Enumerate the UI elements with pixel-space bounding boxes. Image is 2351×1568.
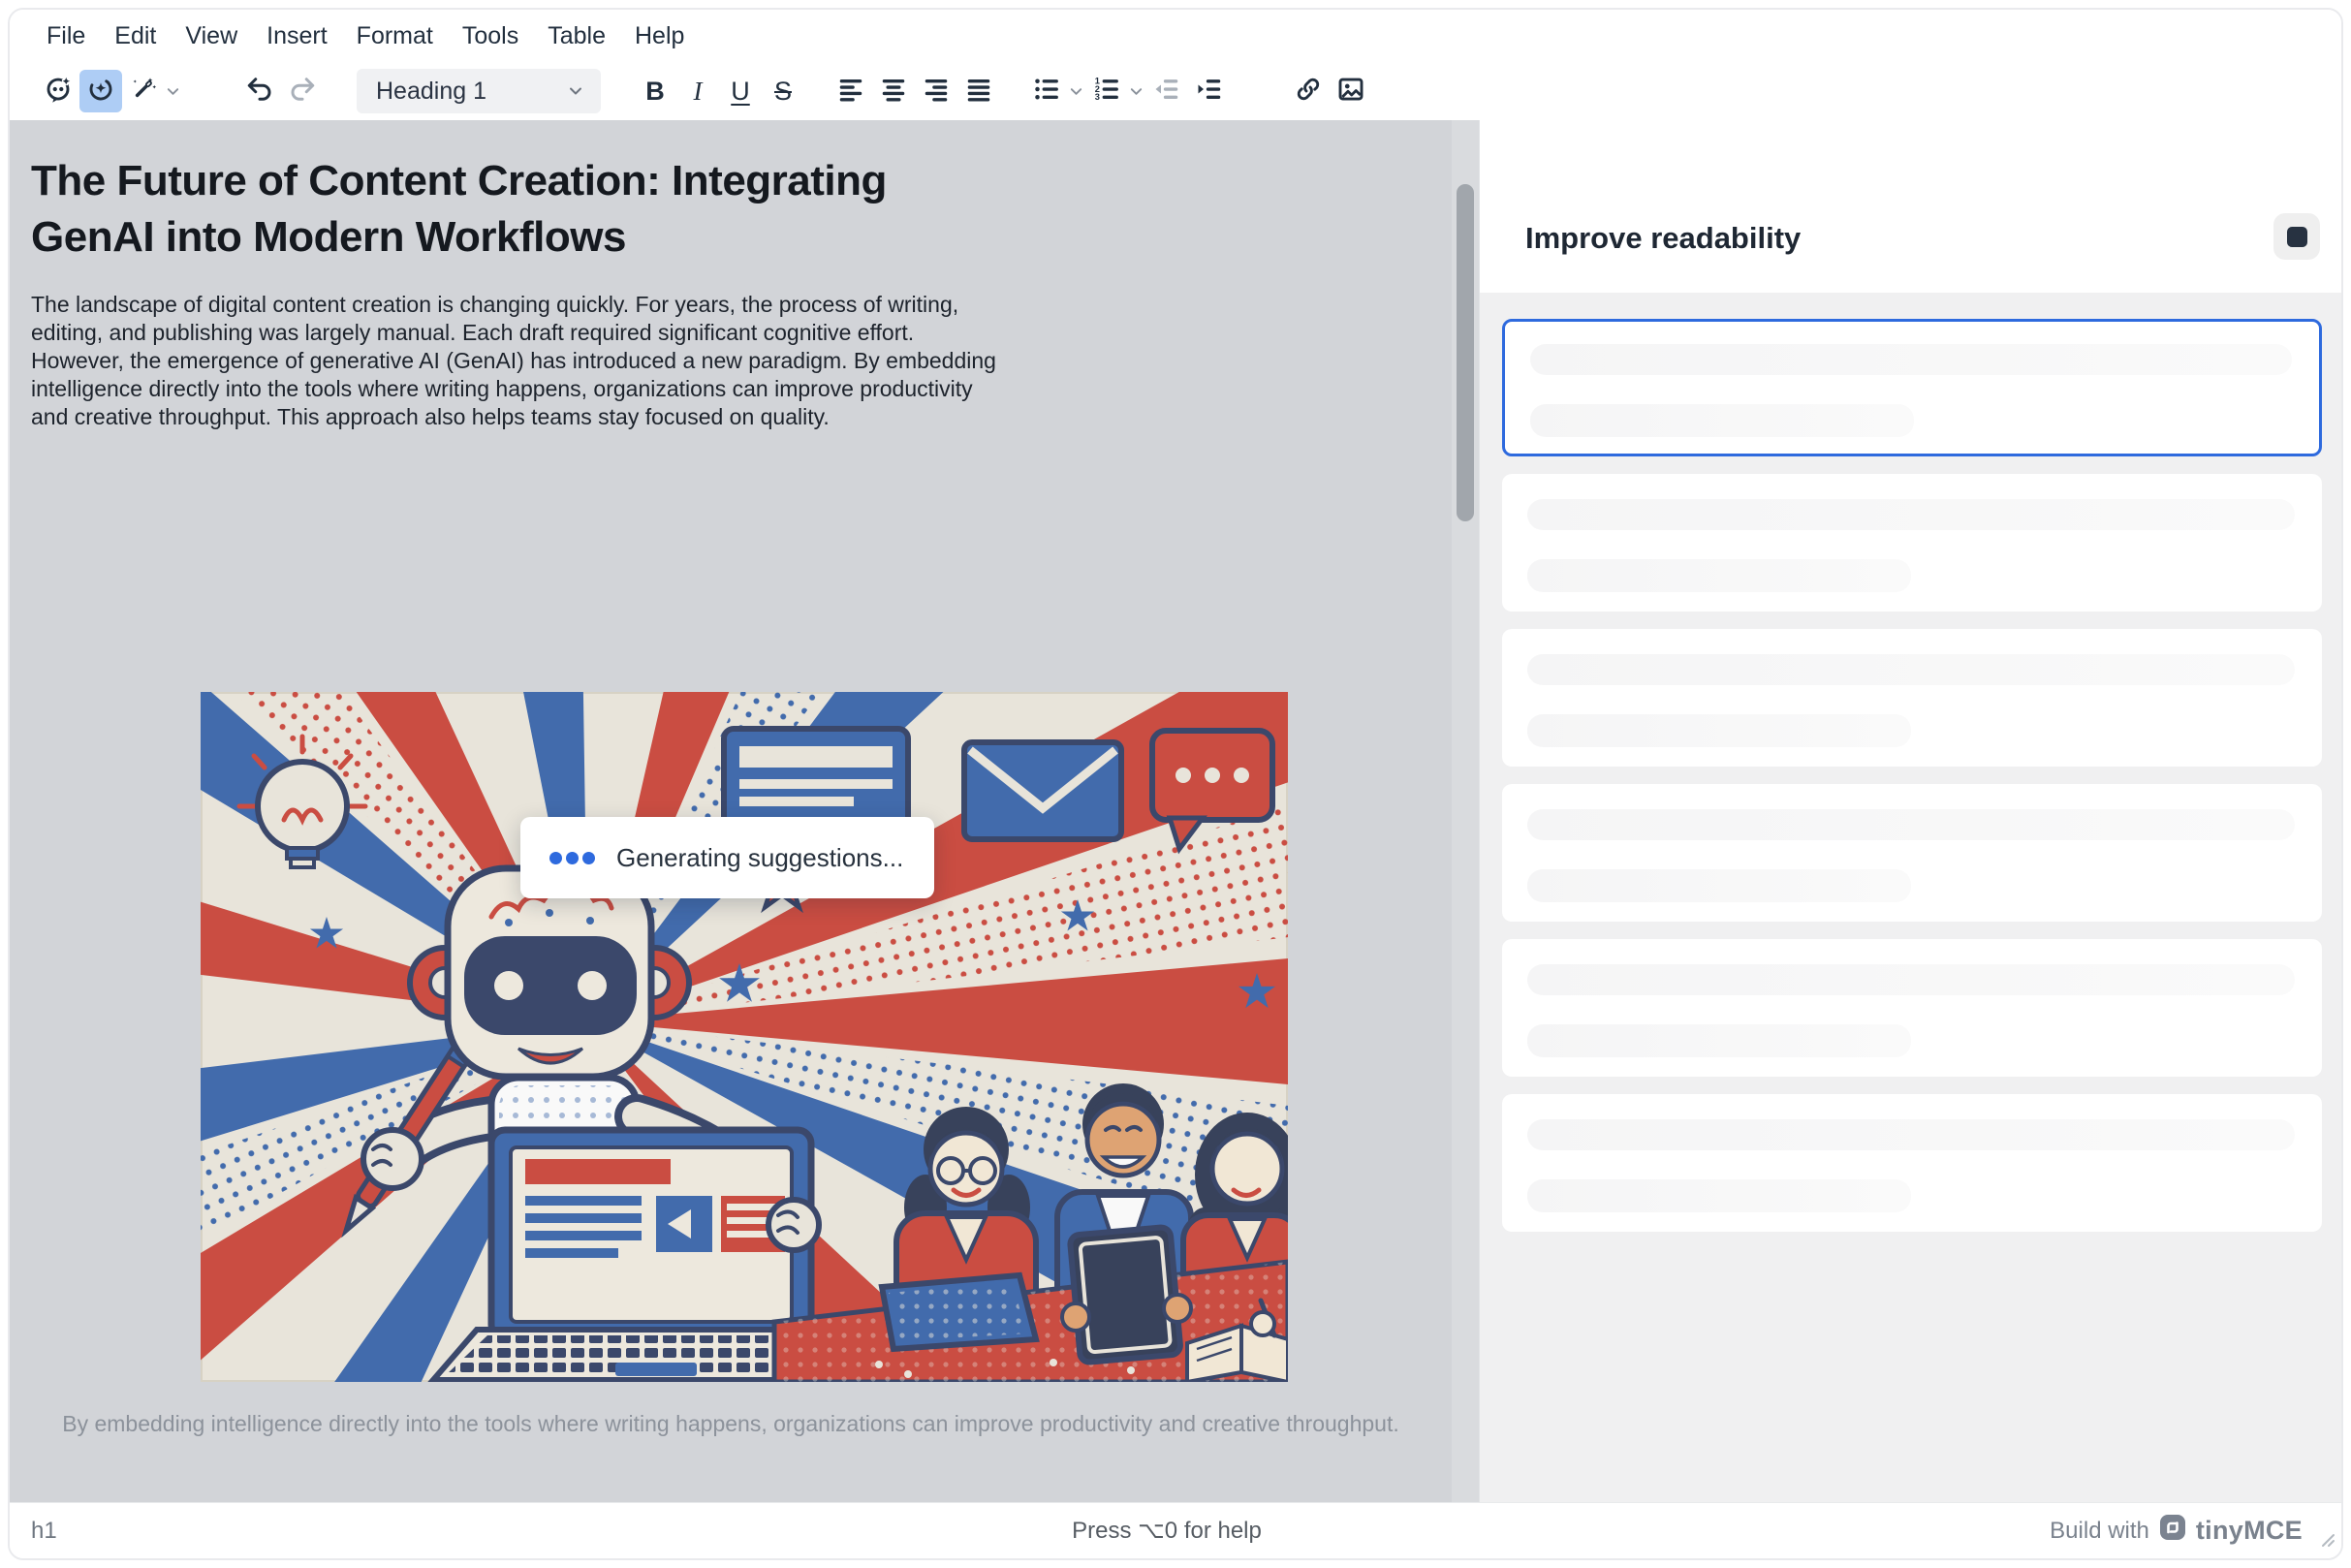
stop-icon xyxy=(2287,227,2307,247)
sidebar-title: Improve readability xyxy=(1525,221,1801,256)
branding-prefix: Build with xyxy=(2050,1518,2149,1545)
chevron-down-icon xyxy=(568,83,583,99)
ai-shortcuts-button[interactable] xyxy=(79,70,122,112)
loading-dots-icon xyxy=(549,852,595,864)
skeleton-bar xyxy=(1527,499,2295,530)
skeleton-bar xyxy=(1527,1119,2295,1150)
underline-icon: U xyxy=(731,77,750,107)
status-bar: h1 Press ⌥0 for help Build with tinyMCE xyxy=(10,1502,2341,1558)
suggestion-card-skeleton[interactable] xyxy=(1502,939,2322,1077)
ai-wand-button[interactable] xyxy=(122,70,165,112)
suggestion-card-skeleton[interactable] xyxy=(1502,784,2322,922)
skeleton-bar xyxy=(1527,1179,1911,1212)
suggestion-card-skeleton[interactable] xyxy=(1502,474,2322,612)
indent-icon xyxy=(1195,75,1224,109)
svg-text:3: 3 xyxy=(1095,92,1100,102)
link-icon xyxy=(1294,75,1323,109)
heading-style-select[interactable]: Heading 1 xyxy=(357,69,601,113)
branding[interactable]: Build with tinyMCE xyxy=(2050,1514,2303,1548)
generating-suggestions-toast: Generating suggestions... xyxy=(520,817,934,898)
scrollbar-thumb[interactable] xyxy=(1457,184,1474,521)
document-paragraph: The landscape of digital content creatio… xyxy=(31,291,1426,431)
menu-tools[interactable]: Tools xyxy=(448,16,533,56)
menu-table[interactable]: Table xyxy=(533,16,620,56)
numbered-list-chevron-icon[interactable] xyxy=(1126,70,1145,112)
skeleton-bar xyxy=(1527,869,1911,902)
sidebar-header: Improve readability xyxy=(1480,120,2343,293)
image-icon xyxy=(1336,75,1365,109)
suggestion-card-skeleton[interactable] xyxy=(1502,1094,2322,1232)
skeleton-bar xyxy=(1527,714,1911,747)
strikethrough-button[interactable]: S xyxy=(762,70,804,112)
skeleton-bar xyxy=(1527,654,2295,685)
menu-help[interactable]: Help xyxy=(620,16,699,56)
skeleton-bar xyxy=(1530,404,1914,437)
suggestion-card-skeleton[interactable] xyxy=(1502,319,2322,456)
numbered-list-icon: 123 xyxy=(1092,75,1121,109)
heading-style-value: Heading 1 xyxy=(376,78,486,106)
skeleton-bar xyxy=(1527,559,1911,592)
justify-button[interactable] xyxy=(957,70,1000,112)
document-title: The Future of Content Creation: Integrat… xyxy=(31,153,1388,266)
branding-brand: tinyMCE xyxy=(2196,1516,2303,1546)
document-illustration[interactable] xyxy=(201,692,1288,1382)
align-left-icon xyxy=(836,75,865,109)
skeleton-bar xyxy=(1527,809,2295,840)
toast-label: Generating suggestions... xyxy=(616,843,903,873)
italic-button[interactable]: I xyxy=(676,70,719,112)
ai-wand-icon xyxy=(129,75,158,109)
suggestion-list xyxy=(1480,293,2343,1506)
tinymce-editor-window: File Edit View Insert Format Tools Table… xyxy=(8,8,2343,1560)
redo-icon xyxy=(288,75,317,109)
align-center-icon xyxy=(879,75,908,109)
menu-insert[interactable]: Insert xyxy=(252,16,342,56)
ai-assistant-button[interactable] xyxy=(37,70,79,112)
resize-handle-icon[interactable] xyxy=(2320,1532,2335,1552)
editor-scrollbar[interactable] xyxy=(1452,120,1479,1506)
align-center-button[interactable] xyxy=(872,70,915,112)
ai-assistant-icon xyxy=(44,75,73,109)
underline-button[interactable]: U xyxy=(719,70,762,112)
bold-icon: B xyxy=(645,77,665,107)
menu-edit[interactable]: Edit xyxy=(100,16,171,56)
toolbar: Heading 1 B I U S 123 xyxy=(10,62,2341,120)
element-path[interactable]: h1 xyxy=(31,1518,1072,1545)
align-right-button[interactable] xyxy=(915,70,957,112)
image-button[interactable] xyxy=(1330,70,1372,112)
menu-file[interactable]: File xyxy=(32,16,100,56)
ai-wand-chevron-icon[interactable] xyxy=(163,70,182,112)
skeleton-bar xyxy=(1527,1024,1911,1057)
menu-view[interactable]: View xyxy=(171,16,252,56)
bullet-list-chevron-icon[interactable] xyxy=(1066,70,1085,112)
skeleton-bar xyxy=(1527,964,2295,995)
menu-format[interactable]: Format xyxy=(342,16,448,56)
justify-icon xyxy=(964,75,993,109)
skeleton-bar xyxy=(1530,344,2292,375)
image-caption: By embedding intelligence directly into … xyxy=(10,1401,1452,1446)
improve-readability-sidebar: Improve readability xyxy=(1479,120,2343,1506)
redo-button[interactable] xyxy=(281,70,324,112)
link-button[interactable] xyxy=(1287,70,1330,112)
italic-icon: I xyxy=(694,77,703,107)
help-shortcut-text: Press ⌥0 for help xyxy=(1072,1517,1262,1545)
stop-button[interactable] xyxy=(2273,213,2320,260)
undo-icon xyxy=(245,75,274,109)
menu-bar: File Edit View Insert Format Tools Table… xyxy=(10,10,2341,62)
undo-button[interactable] xyxy=(238,70,281,112)
suggestion-card-skeleton[interactable] xyxy=(1502,629,2322,767)
tinymce-logo-icon xyxy=(2159,1514,2186,1548)
indent-button[interactable] xyxy=(1188,70,1231,112)
bullet-list-button[interactable] xyxy=(1025,70,1068,112)
outdent-button[interactable] xyxy=(1145,70,1188,112)
main-area: The Future of Content Creation: Integrat… xyxy=(10,120,2341,1506)
align-right-icon xyxy=(922,75,951,109)
align-left-button[interactable] xyxy=(830,70,872,112)
bullet-list-icon xyxy=(1032,75,1061,109)
outdent-icon xyxy=(1152,75,1181,109)
strikethrough-icon: S xyxy=(774,77,792,107)
editor-content-area[interactable]: The Future of Content Creation: Integrat… xyxy=(10,120,1452,1506)
ai-shortcuts-icon xyxy=(86,75,115,109)
bold-button[interactable]: B xyxy=(634,70,676,112)
numbered-list-button[interactable]: 123 xyxy=(1085,70,1128,112)
